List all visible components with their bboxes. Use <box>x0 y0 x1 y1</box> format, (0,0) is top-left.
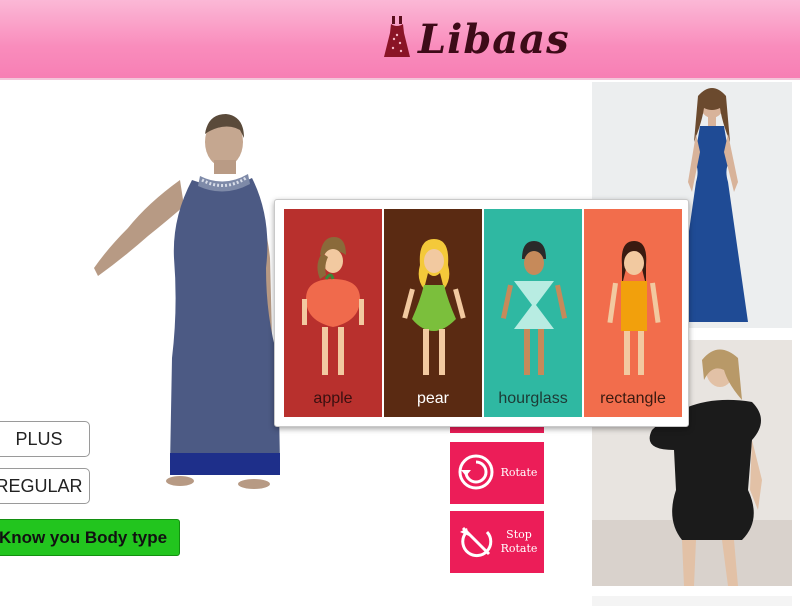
stop-rotate-label: Stop Rotate <box>501 528 538 556</box>
pear-figure-icon <box>402 239 466 375</box>
body-type-pear[interactable]: pear <box>384 209 482 417</box>
body-type-rectangle[interactable]: rectangle <box>584 209 682 417</box>
stop-rotate-button[interactable]: Stop Rotate <box>450 511 544 573</box>
regular-size-button[interactable]: REGULAR <box>0 468 90 504</box>
body-type-label-apple: apple <box>313 390 353 407</box>
plus-size-button[interactable]: PLUS <box>0 421 90 457</box>
stop-rotate-label-line1: Stop <box>506 528 532 541</box>
brand-logo[interactable]: Libaas <box>382 14 570 64</box>
rotate-icon <box>457 453 495 494</box>
rotate-label: Rotate <box>500 466 538 479</box>
product-card-partial[interactable] <box>592 596 792 606</box>
3d-avatar-model[interactable] <box>88 108 288 498</box>
hourglass-figure-icon <box>500 241 568 375</box>
body-type-label-pear: pear <box>416 390 450 407</box>
body-type-label-hourglass: hourglass <box>498 390 568 407</box>
body-type-label-rectangle: rectangle <box>600 390 666 407</box>
body-type-popup: apple pear hourglass rectangle <box>274 199 689 427</box>
apple-figure-icon <box>302 237 364 375</box>
stop-rotate-label-line2: Rotate <box>500 542 538 555</box>
header-bar: Libaas <box>0 0 800 80</box>
stop-rotate-icon <box>457 522 495 563</box>
rectangle-figure-icon <box>607 241 661 375</box>
dress-icon <box>382 15 412 64</box>
body-type-hourglass[interactable]: hourglass <box>484 209 582 417</box>
body-type-apple[interactable]: apple <box>284 209 382 417</box>
rotate-button[interactable]: Rotate <box>450 442 544 504</box>
brand-name: Libaas <box>418 15 570 63</box>
know-body-type-button[interactable]: Know you Body type <box>0 519 180 556</box>
